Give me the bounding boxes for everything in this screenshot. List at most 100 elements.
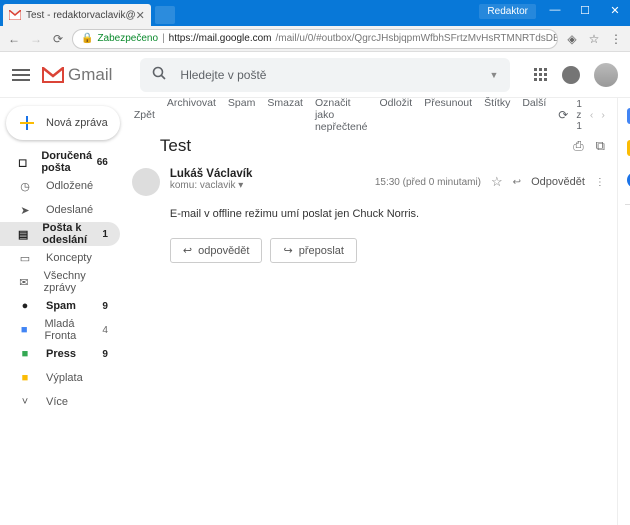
folder-icon: ●: [18, 300, 32, 312]
reply-icon[interactable]: ↩: [513, 177, 521, 188]
sidebar-item-1[interactable]: ◷ Odložené: [0, 174, 120, 198]
gmail-favicon: [9, 9, 21, 21]
secure-label: Zabezpečeno: [97, 33, 158, 44]
message-subject: Test: [160, 136, 191, 156]
compose-label: Nová zpráva: [46, 117, 108, 129]
forward-button[interactable]: ↪přeposlat: [270, 238, 356, 263]
forward-arrow-icon: ↪: [283, 244, 292, 257]
sidebar-item-label: Pošta k odeslání: [42, 222, 102, 246]
open-new-window-icon[interactable]: ⧉: [596, 138, 605, 154]
sidebar-item-label: Mladá Fronta: [44, 318, 102, 342]
toolbar-item-5[interactable]: Přesunout: [424, 97, 472, 133]
sidebar-item-label: Doručená pošta: [41, 150, 96, 174]
folder-icon: ▤: [18, 228, 28, 241]
folder-icon: ˅: [18, 396, 32, 408]
new-tab-button[interactable]: [155, 6, 175, 24]
sender-avatar: [132, 168, 160, 196]
reply-arrow-icon: ↩: [183, 244, 192, 257]
sidebar: Nová zpráva ◻Doručená pošta66◷Odložené➤O…: [0, 98, 126, 525]
browser-address-bar: ← → ⟳ 🔒 Zabezpečeno | https://mail.googl…: [0, 26, 630, 52]
prev-icon[interactable]: ‹: [590, 109, 594, 121]
url-host: https://mail.google.com: [169, 33, 272, 44]
bookmark-icon[interactable]: ☆: [586, 31, 602, 47]
sidebar-item-label: Odeslané: [46, 204, 93, 216]
recipient-line: komu: vaclavik ▾: [170, 180, 375, 191]
nav-reload-icon[interactable]: ⟳: [50, 31, 66, 47]
compose-plus-icon: [18, 114, 36, 132]
sidebar-item-7[interactable]: ■ Mladá Fronta4: [0, 318, 120, 342]
print-icon[interactable]: ⎙: [573, 138, 583, 154]
search-options-icon[interactable]: ▼: [489, 70, 498, 80]
google-apps-icon[interactable]: [534, 68, 548, 82]
message-body: E-mail v offline režimu umí poslat jen C…: [132, 202, 611, 238]
folder-icon: ▭: [18, 252, 32, 265]
sidebar-item-label: Všechny zprávy: [44, 270, 108, 294]
side-panel: +: [617, 98, 630, 525]
folder-icon: ◻: [18, 156, 27, 169]
toolbar-item-4[interactable]: Odložit: [380, 97, 413, 133]
gmail-logo-text: Gmail: [68, 65, 112, 85]
sidebar-item-label: Press: [46, 348, 76, 360]
star-icon[interactable]: ☆: [491, 174, 503, 190]
toolbar-item-7[interactable]: Další: [522, 97, 546, 133]
sidebar-item-count: 9: [102, 349, 108, 360]
browser-profile-badge[interactable]: Redaktor: [479, 4, 536, 19]
sidebar-item-2[interactable]: ➤ Odeslané: [0, 198, 120, 222]
sidebar-item-4[interactable]: ▭Koncepty: [0, 246, 120, 270]
search-placeholder: Hledejte v poště: [180, 68, 266, 82]
account-avatar[interactable]: [594, 63, 618, 87]
reply-link[interactable]: Odpovědět: [531, 176, 585, 188]
folder-icon: ✉: [18, 276, 30, 289]
sidebar-item-8[interactable]: ■Press9: [0, 342, 120, 366]
gmail-m-icon: [42, 67, 64, 83]
tab-close-icon[interactable]: ✕: [136, 9, 145, 22]
browser-menu-icon[interactable]: ⋮: [608, 31, 624, 47]
sidebar-item-3[interactable]: ▤ Pošta k odeslání1: [0, 222, 120, 246]
more-icon[interactable]: ⋮: [595, 177, 605, 188]
toolbar-counter: 1 z 1: [576, 99, 582, 132]
browser-tab[interactable]: Test - redaktorvaclavik@ ✕: [3, 4, 151, 26]
next-icon[interactable]: ›: [601, 109, 605, 121]
toolbar-item-2[interactable]: Smazat: [267, 97, 303, 133]
sidebar-item-5[interactable]: ✉ Všechny zprávy: [0, 270, 120, 294]
main-content: Zpět Archivovat Spam Smazat Označit jako ne…: [126, 98, 617, 525]
window-close-button[interactable]: ✕: [600, 0, 630, 20]
folder-icon: ■: [18, 324, 30, 336]
folder-icon: ➤: [18, 204, 32, 217]
sidebar-item-label: Odložené: [46, 180, 93, 192]
url-path: /mail/u/0/#outbox/QgrcJHsbjqpmWfbhSFrtzM…: [276, 33, 559, 44]
tab-title: Test - redaktorvaclavik@: [26, 10, 136, 21]
recipient-expand-icon[interactable]: ▾: [238, 180, 243, 191]
toolbar-item-1[interactable]: Spam: [228, 97, 255, 133]
sidebar-item-count: 1: [102, 229, 108, 240]
sidebar-item-6[interactable]: ●Spam9: [0, 294, 120, 318]
sidebar-item-10[interactable]: ˅Více: [0, 390, 120, 414]
toolbar-back[interactable]: Zpět: [134, 109, 155, 121]
window-minimize-button[interactable]: —: [540, 0, 570, 20]
toolbar-item-3[interactable]: Označit jako nepřečtené: [315, 97, 368, 133]
sidebar-item-0[interactable]: ◻Doručená pošta66: [0, 150, 120, 174]
main-menu-icon[interactable]: [12, 66, 30, 84]
nav-forward-icon[interactable]: →: [28, 31, 44, 47]
refresh-icon[interactable]: ⟳: [558, 108, 568, 122]
folder-icon: ■: [18, 372, 32, 384]
reply-button[interactable]: ↩odpovědět: [170, 238, 263, 263]
message-timestamp: 15:30 (před 0 minutami): [375, 177, 481, 188]
site-info-icon[interactable]: ◈: [564, 31, 580, 47]
search-input[interactable]: Hledejte v poště ▼: [140, 58, 510, 92]
search-icon: [152, 66, 166, 83]
window-maximize-button[interactable]: ☐: [570, 0, 600, 20]
sidebar-item-count: 4: [102, 325, 108, 336]
message-toolbar: Zpět Archivovat Spam Smazat Označit jako ne…: [132, 98, 611, 132]
sidebar-item-label: Spam: [46, 300, 76, 312]
compose-button[interactable]: Nová zpráva: [6, 106, 120, 140]
sidebar-item-label: Výplata: [46, 372, 83, 384]
url-field[interactable]: 🔒 Zabezpečeno | https://mail.google.com/…: [72, 29, 558, 49]
toolbar-item-0[interactable]: Archivovat: [167, 97, 216, 133]
folder-icon: ◷: [18, 180, 32, 193]
sidebar-item-9[interactable]: ■ Výplata: [0, 366, 120, 390]
toolbar-item-6[interactable]: Štítky: [484, 97, 510, 133]
nav-back-icon[interactable]: ←: [6, 31, 22, 47]
notifications-icon[interactable]: [562, 66, 580, 84]
gmail-logo[interactable]: Gmail: [42, 65, 112, 85]
